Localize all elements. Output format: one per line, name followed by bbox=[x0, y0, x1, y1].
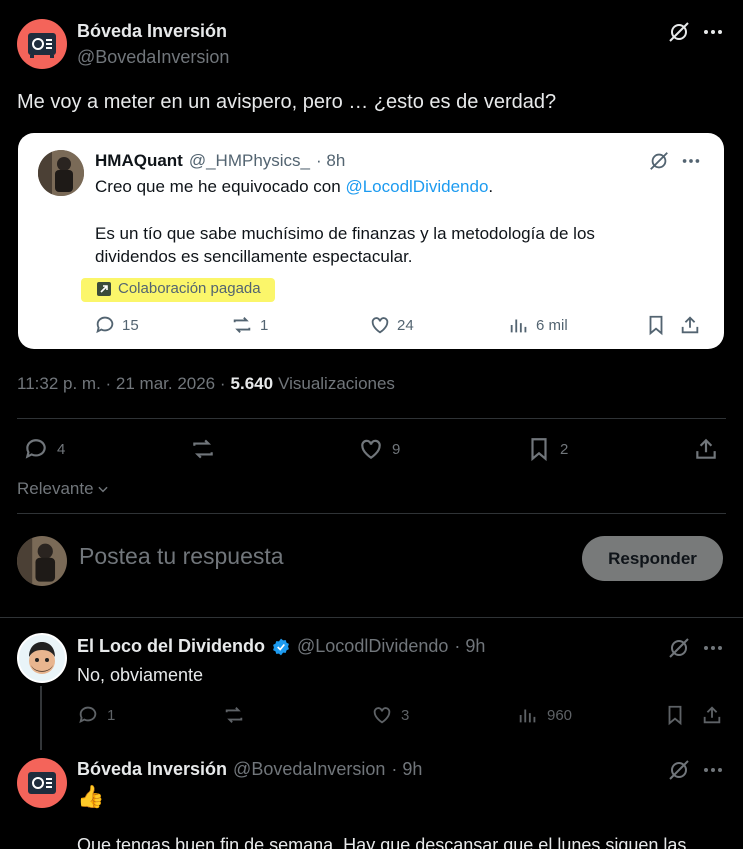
share-icon[interactable] bbox=[693, 436, 719, 462]
repost-icon bbox=[233, 317, 251, 333]
quoted-author-handle[interactable]: @_HMPhysics_ bbox=[189, 151, 310, 171]
reply-icon bbox=[25, 439, 46, 459]
grok-icon[interactable] bbox=[648, 150, 670, 172]
more-options-icon[interactable] bbox=[701, 636, 725, 660]
share-icon[interactable] bbox=[679, 314, 701, 336]
external-link-icon bbox=[97, 281, 111, 296]
reply-author-handle[interactable]: @LocodlDividendo bbox=[297, 636, 448, 657]
reply-icon bbox=[96, 316, 114, 334]
heart-icon bbox=[361, 439, 381, 459]
quoted-post-card[interactable]: HMAQuant @_HMPhysics_ · 8h Creo que me h… bbox=[18, 133, 724, 349]
sort-dropdown[interactable]: Relevante bbox=[17, 479, 110, 499]
repost-icon bbox=[225, 707, 243, 723]
quoted-views-button[interactable]: 6 mil bbox=[508, 314, 568, 336]
reply-repost-button[interactable] bbox=[222, 704, 254, 726]
views-label: Visualizaciones bbox=[278, 374, 395, 393]
divider bbox=[0, 617, 743, 618]
bookmark-icon[interactable] bbox=[664, 704, 686, 726]
author-name[interactable]: Bóveda Inversión bbox=[77, 21, 227, 42]
reply-text: Que tengas buen fin de semana. Hay que d… bbox=[77, 835, 687, 849]
quoted-repost-button[interactable]: 1 bbox=[230, 314, 268, 336]
like-button[interactable]: 9 bbox=[358, 436, 400, 462]
views-count: 5.640 bbox=[230, 374, 274, 393]
grok-icon[interactable] bbox=[667, 758, 691, 782]
reply-time[interactable]: · 9h bbox=[454, 636, 485, 657]
quoted-reply-button[interactable]: 15 bbox=[94, 314, 139, 336]
verified-badge-icon bbox=[273, 638, 289, 655]
repost-icon bbox=[193, 439, 213, 459]
thread-line bbox=[40, 686, 42, 750]
more-options-icon[interactable] bbox=[680, 150, 702, 172]
reply-author-avatar[interactable] bbox=[17, 758, 67, 808]
post-meta: 11:32 p. m. · 21 mar. 2026 · 5.640 Visua… bbox=[17, 374, 395, 394]
thumbs-up-emoji: 👍 bbox=[77, 784, 105, 809]
chevron-down-icon bbox=[97, 486, 108, 493]
bookmark-button[interactable]: 2 bbox=[526, 436, 568, 462]
post-text: Me voy a meter en un avispero, pero … ¿e… bbox=[17, 91, 557, 113]
safe-icon bbox=[28, 33, 56, 58]
quoted-like-button[interactable]: 24 bbox=[369, 314, 414, 336]
paid-collab-label[interactable]: Colaboración pagada bbox=[96, 280, 261, 297]
sort-label: Relevante bbox=[17, 479, 94, 498]
reply-reply-button[interactable]: 1 bbox=[77, 704, 115, 726]
post-timestamp[interactable]: 11:32 p. m. · 21 mar. 2026 · bbox=[17, 374, 226, 394]
bookmark-icon bbox=[531, 438, 547, 462]
more-options-icon[interactable] bbox=[701, 20, 725, 44]
reply-input[interactable]: Postea tu respuesta bbox=[79, 543, 284, 570]
quoted-author-avatar[interactable] bbox=[38, 150, 84, 196]
heart-icon bbox=[373, 707, 391, 724]
reply-text: No, obviamente bbox=[77, 665, 204, 685]
author-handle[interactable]: @BovedaInversion bbox=[77, 47, 229, 68]
quoted-text-line3: dividendos es sencillamente espectacular… bbox=[95, 247, 413, 266]
quoted-text-line2: Es un tío que sabe muchísimo de finanzas… bbox=[95, 224, 595, 243]
grok-icon[interactable] bbox=[667, 20, 691, 44]
heart-icon bbox=[371, 317, 389, 334]
quoted-author-name[interactable]: HMAQuant bbox=[95, 151, 183, 171]
divider bbox=[17, 513, 726, 514]
bookmark-icon[interactable] bbox=[645, 314, 667, 336]
quoted-post-time[interactable]: · 8h bbox=[316, 151, 345, 171]
reply-time[interactable]: · 9h bbox=[391, 759, 422, 780]
divider bbox=[17, 418, 726, 419]
reply-author-handle[interactable]: @BovedaInversion bbox=[233, 759, 385, 780]
reply-author-name[interactable]: El Loco del Dividendo bbox=[77, 636, 265, 657]
repost-button[interactable] bbox=[189, 436, 225, 462]
reply-author-avatar[interactable] bbox=[17, 633, 67, 683]
my-avatar[interactable] bbox=[17, 536, 67, 586]
reply-views-button[interactable]: 960 bbox=[517, 704, 572, 726]
reply-icon bbox=[79, 706, 97, 724]
mention-link[interactable]: @LocodlDividendo bbox=[345, 177, 488, 196]
views-icon bbox=[519, 709, 536, 723]
safe-icon bbox=[28, 772, 56, 794]
reply-author-name[interactable]: Bóveda Inversión bbox=[77, 759, 227, 780]
more-options-icon[interactable] bbox=[701, 758, 725, 782]
views-icon bbox=[510, 319, 527, 333]
reply-like-button[interactable]: 3 bbox=[371, 704, 409, 726]
reply-button[interactable]: 4 bbox=[23, 436, 65, 462]
reply-submit-button[interactable]: Responder bbox=[582, 536, 723, 581]
grok-icon[interactable] bbox=[667, 636, 691, 660]
quoted-text-line1: Creo que me he equivocado con @LocodlDiv… bbox=[95, 177, 494, 196]
author-avatar[interactable] bbox=[17, 19, 67, 69]
share-icon[interactable] bbox=[701, 704, 723, 726]
